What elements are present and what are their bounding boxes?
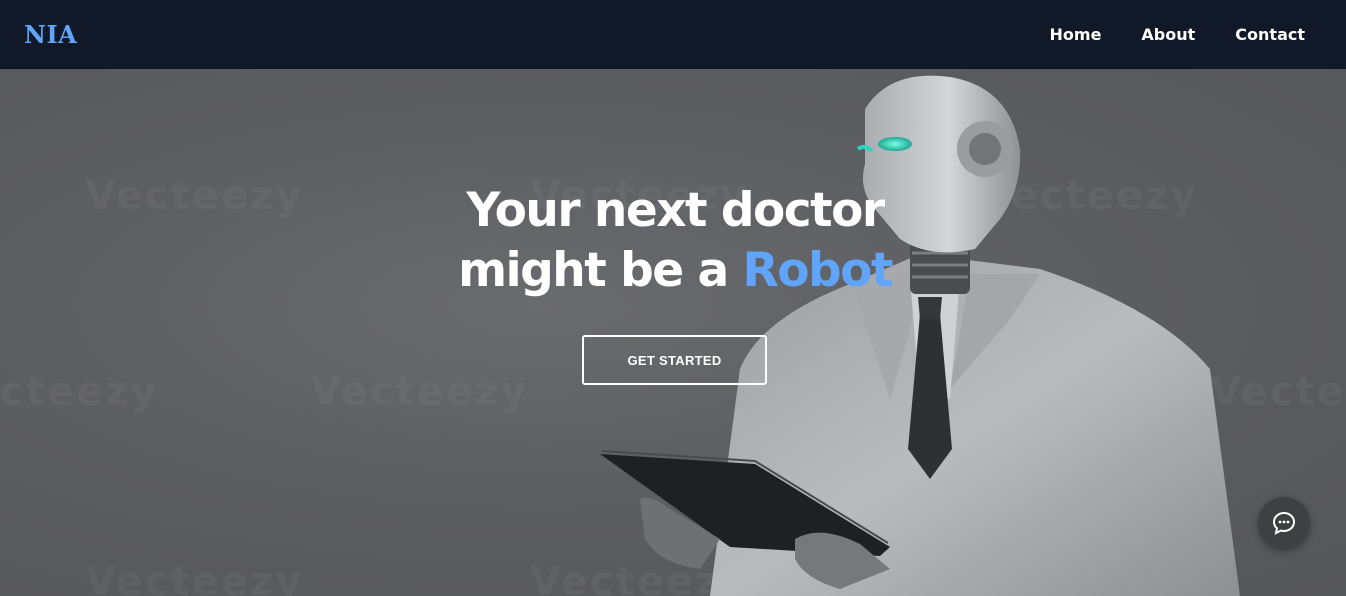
hero-title-line1: Your next doctor <box>466 183 885 238</box>
nav-link-about[interactable]: About <box>1141 25 1195 44</box>
get-started-button[interactable]: GET STARTED <box>582 335 767 385</box>
nav-link-contact[interactable]: Contact <box>1235 25 1305 44</box>
robot-doctor-illustration <box>600 75 1240 596</box>
hero-section: Vecteezy Vecteezy Vecteezy Vecteezy Vect… <box>0 69 1346 596</box>
hero-title-line2-prefix: might be a <box>458 243 743 298</box>
hero-title: Your next doctor might be a Robot <box>400 181 950 301</box>
hero-content: Your next doctor might be a Robot <box>400 181 950 301</box>
nav-links: Home About Contact <box>1050 25 1305 44</box>
navbar: NIA Home About Contact <box>0 0 1346 69</box>
chat-bubble-icon <box>1272 511 1296 535</box>
watermark-text: Vecteezy <box>85 559 303 596</box>
nav-link-home[interactable]: Home <box>1050 25 1102 44</box>
logo[interactable]: NIA <box>24 20 77 49</box>
watermark-text: Vecteezy <box>0 369 158 415</box>
hero-title-highlight: Robot <box>742 243 894 298</box>
chat-button[interactable] <box>1258 497 1310 549</box>
watermark-text: Vecteezy <box>85 173 303 219</box>
watermark-text: Vecteezy <box>310 369 528 415</box>
